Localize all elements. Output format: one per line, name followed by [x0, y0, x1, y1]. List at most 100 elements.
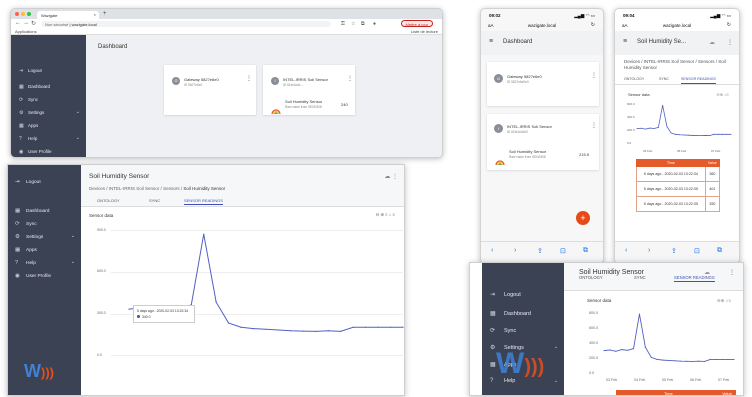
chevron-down-icon[interactable]: ⌄: [76, 109, 80, 115]
close-window-dot[interactable]: [15, 12, 19, 16]
sidebar-item-logout[interactable]: ⇥ Logout: [19, 68, 42, 74]
sensor-line-chart[interactable]: [81, 165, 405, 396]
data-point: [713, 133, 715, 135]
tabs-icon[interactable]: ⧉: [583, 247, 588, 255]
data-point: [315, 330, 317, 332]
data-point: [679, 134, 681, 136]
sidebar-item-sync[interactable]: ⟳ Sync: [19, 97, 38, 103]
update-browser-button[interactable]: Mettre à jour: [400, 20, 433, 27]
add-button[interactable]: +: [576, 211, 590, 225]
data-point: [638, 313, 640, 315]
data-point: [683, 134, 685, 136]
sidebar-item-settings[interactable]: ⚙ Settings: [19, 110, 79, 116]
sidebar-item-user-profile[interactable]: ◉ User Profile: [19, 149, 52, 155]
back-icon[interactable]: ‹: [625, 247, 627, 254]
table-row: 5 days ago - 2020-02-03 13:22:35 401: [636, 181, 721, 197]
forward-icon[interactable]: →: [23, 20, 29, 26]
sidebar-item-sync[interactable]: ⟳ Sync: [490, 327, 516, 334]
data-point: [717, 133, 719, 135]
sidebar-item-settings[interactable]: ⚙ Settings: [15, 234, 43, 240]
sidebar-item-dashboard[interactable]: ▦ Dashboard: [15, 208, 49, 214]
chevron-down-icon[interactable]: ⌄: [554, 344, 558, 350]
sidebar-item-dashboard[interactable]: ▦ Dashboard: [490, 310, 531, 317]
bookmarks-icon[interactable]: ⊡: [694, 247, 700, 255]
reading-list[interactable]: Liste de lecture: [411, 29, 438, 34]
sensor-name[interactable]: Soil Humidity Sensor: [509, 149, 546, 154]
bookmarks-icon[interactable]: ⊡: [560, 247, 566, 255]
sidebar-item-apps[interactable]: ▦ Apps: [15, 247, 37, 253]
table-row: 5 days ago - 2020-02-03 13:22:35 390: [636, 196, 721, 212]
bookmark-applications[interactable]: Applications: [15, 29, 37, 34]
address-bar-row: ← → ↻ Non sécurisé | wazigate.local ⚿ ☆ …: [11, 19, 442, 28]
avatar: G: [172, 77, 180, 85]
sidebar-item-help[interactable]: ? Help: [15, 260, 36, 266]
close-icon[interactable]: ×: [94, 12, 96, 17]
help-icon: ?: [15, 260, 19, 266]
back-icon[interactable]: ←: [15, 20, 21, 26]
url-host[interactable]: wazigate.local: [481, 23, 603, 28]
data-point: [277, 329, 280, 331]
chevron-down-icon[interactable]: ⌄: [76, 135, 80, 141]
key-icon[interactable]: ⚿: [341, 21, 345, 27]
menu-icon[interactable]: ≡: [489, 38, 493, 45]
sidebar-item-user-profile[interactable]: ◉ User Profile: [15, 273, 51, 279]
sidebar-item-help[interactable]: ? Help: [19, 136, 37, 142]
new-tab-button[interactable]: +: [103, 11, 107, 17]
chevron-down-icon[interactable]: ⌄: [554, 378, 558, 384]
data-point: [603, 350, 605, 352]
more-icon[interactable]: ⋮: [591, 72, 597, 79]
url-field[interactable]: Non sécurisé | wazigate.local: [41, 20, 331, 27]
phone-sensor-screenshot: 09:04 ▂▄▆ ◠ ▭ aA wazigate.local ↻ ≡ Soil…: [614, 8, 740, 264]
sensor-value: 240: [341, 102, 348, 107]
sensor-line-chart[interactable]: [564, 263, 744, 396]
data-point: [653, 128, 655, 129]
data-point: [240, 326, 242, 328]
maximize-window-dot[interactable]: [27, 12, 31, 16]
chevron-down-icon[interactable]: ⌄: [71, 259, 75, 265]
reload-icon[interactable]: ↻: [591, 22, 595, 28]
data-point: [692, 134, 694, 136]
more-icon[interactable]: ⋮: [246, 75, 252, 82]
rainbow-sensor-icon: [495, 152, 505, 170]
safari-toolbar: ‹ › ⇪ ⊡ ⧉: [615, 241, 739, 263]
device-card[interactable]: I INTEL-IRRIS Soil Sensor ID 61fe4a4e… ⋮…: [263, 65, 355, 115]
chart-tooltip: 5 days ago - 2020-02-03 13:22:34 340.0: [133, 305, 195, 323]
share-icon[interactable]: ⇪: [537, 247, 543, 255]
tabs-icon[interactable]: ⧉: [717, 247, 722, 255]
data-point: [715, 358, 717, 360]
more-icon[interactable]: ⋮: [347, 75, 353, 82]
device-card[interactable]: I INTEL-IRRIS Soil Sensor ID 61fe4a4e00 …: [487, 114, 599, 170]
sidebar-item-logout[interactable]: ⇥ Logout: [490, 291, 521, 298]
more-icon[interactable]: ⋮: [591, 122, 597, 129]
data-point: [352, 326, 354, 328]
gateway-card[interactable]: G Gateway 5827e6e0 ID 5827e6e0e0 ⋮: [487, 62, 599, 106]
minimize-window-dot[interactable]: [21, 12, 25, 16]
sensor-line-chart[interactable]: [615, 9, 740, 264]
data-point: [636, 128, 638, 130]
chevron-down-icon[interactable]: ⌄: [71, 233, 75, 239]
forward-icon[interactable]: ›: [648, 247, 650, 254]
sidebar-item-sync[interactable]: ⟳ Sync: [15, 221, 37, 227]
sidebar-item-apps[interactable]: ▦ Apps: [19, 123, 38, 129]
safari-address-bar[interactable]: aA wazigate.local ↻: [481, 21, 603, 31]
data-point: [640, 127, 642, 129]
data-point: [730, 133, 732, 135]
sensor-name[interactable]: Soil Humidity Sensor: [285, 99, 322, 104]
data-point: [290, 330, 292, 332]
sidebar-item-logout[interactable]: ⇥ Logout: [15, 179, 41, 185]
browser-tab-strip: Wazigate × +: [11, 9, 442, 19]
dashboard-icon: ▦: [19, 84, 24, 90]
avatar[interactable]: ●: [373, 21, 376, 27]
gateway-card[interactable]: G Gateway 5827e6e0 ID 5827e6e0 ⋮: [164, 65, 256, 115]
data-point: [327, 330, 329, 332]
user-icon: ◉: [19, 149, 24, 155]
browser-tab[interactable]: Wazigate ×: [37, 11, 99, 19]
star-icon[interactable]: ☆: [351, 21, 355, 27]
back-icon[interactable]: ‹: [491, 247, 493, 254]
reload-icon[interactable]: ↻: [31, 20, 36, 27]
extensions-icon[interactable]: ⧉: [361, 21, 365, 27]
logout-icon: ⇥: [490, 292, 496, 298]
sidebar-item-dashboard[interactable]: ▦ Dashboard: [19, 84, 50, 90]
forward-icon[interactable]: ›: [514, 247, 516, 254]
share-icon[interactable]: ⇪: [671, 247, 677, 255]
